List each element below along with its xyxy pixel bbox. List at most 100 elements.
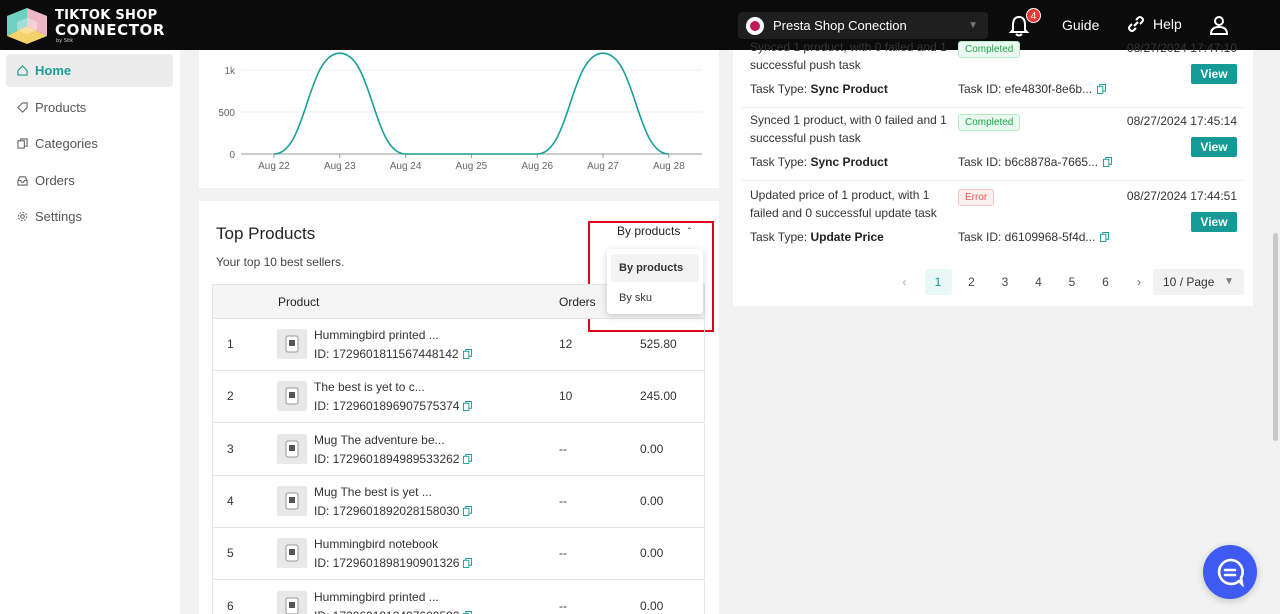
pagination-page-3[interactable]: 3 [992,269,1019,295]
product-name[interactable]: Mug The best is yet ... [314,485,432,499]
copy-icon[interactable] [463,610,473,614]
pagination-page-4[interactable]: 4 [1025,269,1052,295]
help-link[interactable]: Help [1127,15,1182,33]
task-id-text: Task ID: efe4830f-8e6b... [958,82,1093,96]
row-amount: 0.00 [640,493,664,508]
x-tick-label: Aug 28 [653,161,685,172]
row-amount: 0.00 [640,546,664,561]
copy-icon[interactable] [463,505,473,516]
pagination-prev-button[interactable]: ‹ [891,269,918,295]
page-scrollbar[interactable] [1273,233,1278,441]
copy-icon[interactable] [463,401,473,412]
pagination-page-6[interactable]: 6 [1092,269,1119,295]
sort-by-selector[interactable]: By products ˆ [617,224,691,238]
sidebar-item-categories[interactable]: Categories [6,127,173,160]
task-description: Synced 1 product, with 0 failed and 1 su… [750,113,947,145]
task-description: Updated price of 1 product, with 1 faile… [750,188,937,220]
row-amount: 0.00 [640,598,664,613]
product-id-text: ID: 1729601894989533262 [314,451,460,466]
copy-icon[interactable] [1103,157,1113,167]
app-logo[interactable]: TIKTOK SHOP CONNECTOR by Sitk [5,6,165,46]
y-tick-label: 500 [218,108,235,119]
row-rank: 5 [227,546,234,561]
product-name[interactable]: Hummingbird notebook [314,537,438,551]
product-name[interactable]: Hummingbird printed ... [314,328,439,342]
task-type-value: Sync Product [810,82,888,96]
user-icon[interactable] [1209,15,1229,35]
x-tick-label: Aug 24 [390,161,422,172]
page-size-selector[interactable]: 10 / Page ▼ [1153,269,1244,295]
sidebar-item-products[interactable]: Products [6,91,173,124]
top-products-subtitle: Your top 10 best sellers. [216,255,345,269]
copy-icon[interactable] [462,349,472,359]
shop-icon [746,16,764,35]
sidebar-item-settings[interactable]: Settings [6,200,173,233]
row-rank: 3 [227,441,234,456]
sidebar: Home Products Categories Orders Settings [0,50,180,614]
view-button[interactable]: View [1191,64,1237,84]
copy-icon[interactable] [463,453,473,464]
table-row[interactable]: 5 Hummingbird notebook ID: 1729601898190… [212,528,705,581]
task-type-value: Sync Product [810,155,888,169]
product-thumbnail [277,590,307,614]
table-row[interactable]: 4 Mug The best is yet ... ID: 1729601892… [212,475,705,528]
copy-icon[interactable] [1100,232,1110,242]
x-tick-label: Aug 27 [587,161,619,172]
table-row[interactable]: 6 Hummingbird printed ... ID: 1729601813… [212,580,705,614]
product-id-text: ID: 1729601892028158030 [314,503,460,518]
sort-by-label: By products [617,224,681,238]
task-description: Synced 1 product, with 0 failed and 1 su… [750,40,947,72]
product-name[interactable]: Hummingbird printed ... [314,590,439,604]
inbox-icon [17,176,28,186]
pagination-page-2[interactable]: 2 [958,269,985,295]
task-type-label: Task Type: [750,155,808,169]
product-id: ID: 1729601813497609590 [314,609,473,614]
sidebar-item-label: Settings [35,209,82,224]
status-badge: Completed [958,114,1021,131]
product-id-text: ID: 1729601896907575374 [314,399,460,414]
task-id: Task ID: b6c8878a-7665... [958,155,1113,169]
series-line [273,52,669,155]
task-type-label: Task Type: [750,82,808,96]
view-button[interactable]: View [1191,137,1237,157]
task-type: Task Type: Update Price [750,230,884,244]
y-tick-label: 0 [229,150,235,161]
sidebar-item-orders[interactable]: Orders [6,164,173,197]
task-timestamp: 08/27/2024 17:45:14 [1126,114,1237,128]
product-id: ID: 1729601892028158030 [314,503,473,518]
table-row[interactable]: 3 Mug The adventure be... ID: 1729601894… [212,423,705,476]
chevron-up-icon: ˆ [687,227,692,238]
gear-icon [17,211,28,222]
link-icon [1128,16,1144,32]
guide-link[interactable]: Guide [1062,17,1099,33]
dropdown-option-by-products[interactable]: By products [611,254,699,282]
product-id: ID: 1729601894989533262 [314,451,473,466]
sidebar-item-home[interactable]: Home [6,54,173,87]
task-type-label: Task Type: [750,230,808,244]
y-tick-label: 1k [224,66,236,77]
product-id: ID: 1729601811567448142 [314,347,472,361]
task-item: Synced 1 product, with 0 failed and 1 su… [742,33,1243,108]
shop-selector-label: Presta Shop Conection [773,18,907,33]
pagination: ‹ 123456 › [891,269,1159,295]
product-id: ID: 1729601896907575374 [314,399,473,414]
view-button[interactable]: View [1191,212,1237,232]
x-tick-label: Aug 26 [521,161,553,172]
dropdown-option-by-sku[interactable]: By sku [611,284,699,312]
x-tick-label: Aug 22 [258,161,290,172]
x-tick-label: Aug 23 [324,161,356,172]
table-row[interactable]: 1 Hummingbird printed ... ID: 1729601811… [212,319,705,371]
chat-button[interactable] [1203,545,1257,599]
row-amount: 525.80 [640,337,677,351]
copy-icon[interactable] [1097,84,1107,94]
pagination-page-5[interactable]: 5 [1059,269,1086,295]
product-name[interactable]: Mug The adventure be... [314,433,445,447]
x-tick-label: Aug 25 [456,161,488,172]
copy-icon [17,138,28,149]
table-row[interactable]: 2 The best is yet to c... ID: 1729601896… [212,371,705,424]
task-id: Task ID: efe4830f-8e6b... [958,82,1107,96]
product-name[interactable]: The best is yet to c... [314,380,425,394]
copy-icon[interactable] [463,558,473,569]
pagination-page-1[interactable]: 1 [924,269,952,295]
pagination-next-button[interactable]: › [1126,269,1153,295]
